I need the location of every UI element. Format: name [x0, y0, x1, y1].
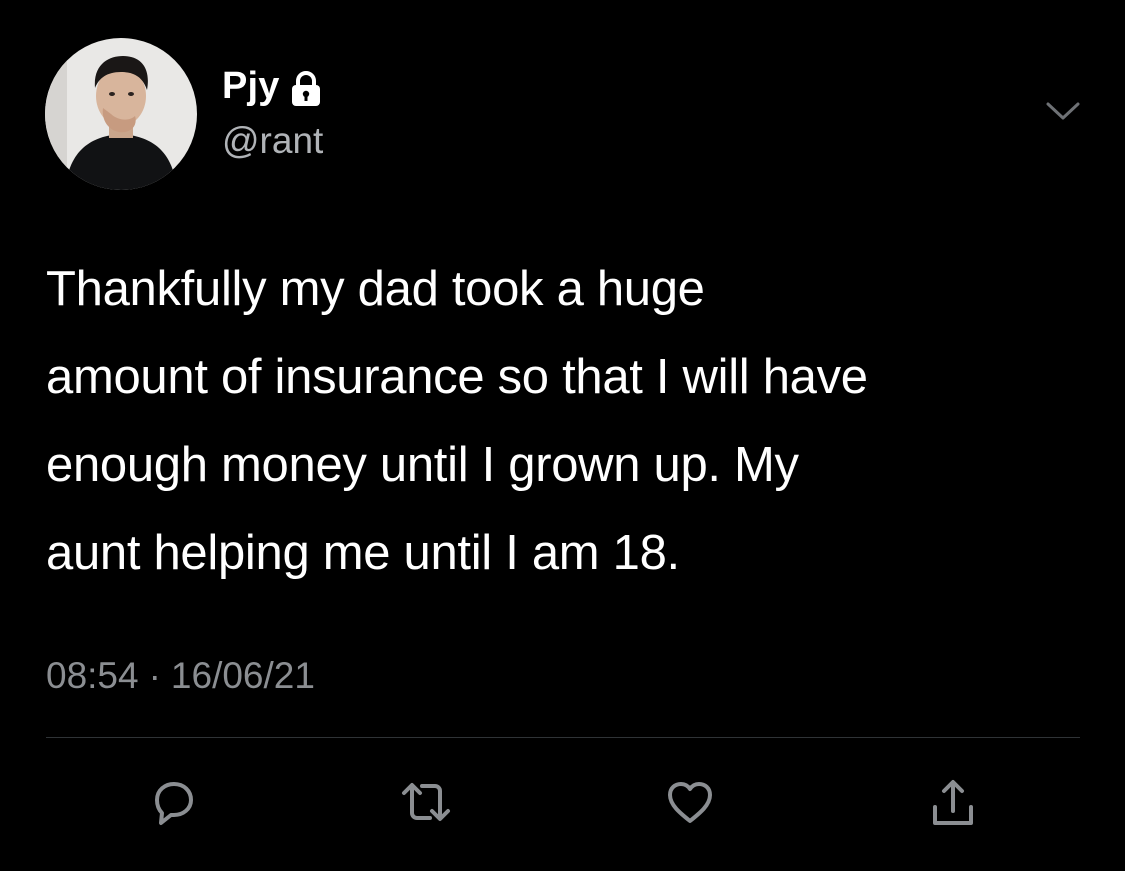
user-handle[interactable]: @rant — [222, 119, 323, 163]
chevron-down-icon[interactable] — [1043, 96, 1083, 126]
like-button[interactable] — [655, 770, 725, 840]
heart-icon — [662, 775, 718, 836]
display-name[interactable]: Pjy — [222, 64, 280, 108]
tweet-timestamp[interactable]: 08:54 · 16/06/21 — [46, 654, 315, 698]
tweet-date: 16/06/21 — [170, 655, 315, 696]
tweet-card: Pjy @rant Thankfully my dad took a huge … — [0, 0, 1125, 871]
name-row: Pjy — [222, 64, 323, 108]
divider — [46, 737, 1080, 738]
share-icon — [925, 773, 981, 838]
timestamp-separator: · — [148, 655, 161, 696]
tweet-time: 08:54 — [46, 655, 139, 696]
reply-button[interactable] — [138, 770, 208, 840]
lock-icon — [289, 70, 323, 108]
share-button[interactable] — [918, 770, 988, 840]
retweet-icon — [396, 775, 456, 836]
tweet-text: Thankfully my dad took a huge amount of … — [46, 262, 868, 580]
retweet-button[interactable] — [391, 770, 461, 840]
reply-icon — [145, 775, 201, 836]
action-bar — [0, 770, 1125, 840]
avatar[interactable] — [45, 38, 197, 190]
